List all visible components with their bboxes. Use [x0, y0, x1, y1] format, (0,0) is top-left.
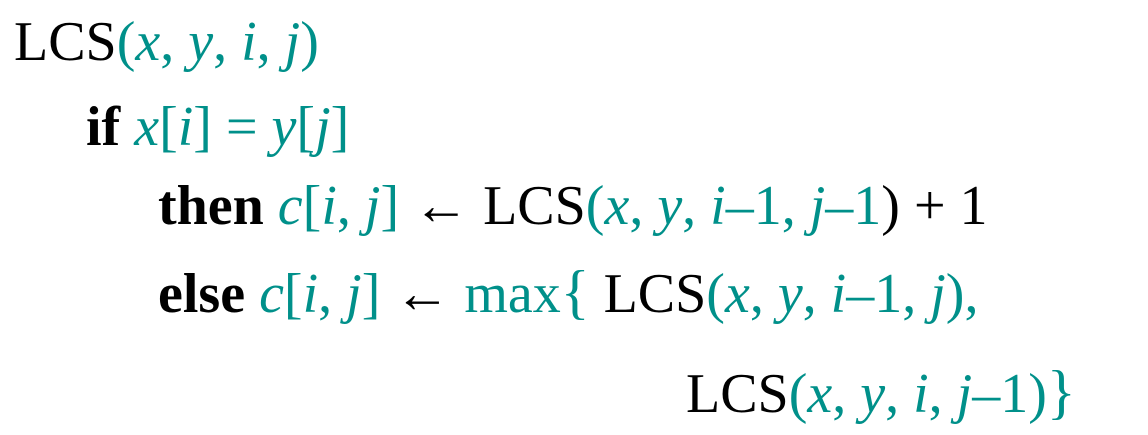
var-i: i — [710, 175, 726, 237]
trailing-comma: , — [964, 263, 979, 325]
max-function: max — [464, 263, 561, 325]
comma: , — [629, 175, 658, 237]
bracket-open: [ — [296, 96, 316, 158]
plus-one: + 1 — [899, 175, 988, 237]
bracket-open: [ — [302, 175, 322, 237]
var-j: j — [315, 96, 331, 158]
paren-close: ) — [881, 175, 900, 237]
paren-open: ( — [788, 363, 808, 425]
else-second-arg-line: LCS(x, y, i, j–1)} — [686, 362, 1076, 422]
bracket-close: ] — [361, 263, 381, 325]
function-signature: LCS(x, y, i, j) — [14, 14, 319, 70]
bracket-open: [ — [159, 96, 178, 158]
var-x: x — [724, 263, 750, 325]
keyword-if: if — [86, 96, 121, 158]
brace-close: } — [1046, 359, 1076, 425]
bracket-open: [ — [283, 263, 303, 325]
paren-open: ( — [116, 11, 136, 73]
var-i: i — [830, 263, 847, 325]
comma: , — [885, 363, 914, 425]
if-condition-line: if x[i] = y[j] — [86, 99, 349, 155]
comma: , — [902, 263, 931, 325]
var-c: c — [277, 175, 303, 237]
comma: , — [802, 263, 831, 325]
comma: , — [832, 363, 861, 425]
brace-open: { — [560, 259, 590, 325]
var-y: y — [657, 175, 683, 237]
else-branch-line: else c[i, j] ← max{ LCS(x, y, i–1, j), — [158, 262, 978, 322]
keyword-else: else — [158, 263, 246, 325]
comma: , — [160, 11, 189, 73]
lcs-name: LCS — [686, 363, 789, 425]
lcs-name: LCS — [14, 11, 117, 73]
comma: , — [781, 175, 810, 237]
equals-sign: = — [211, 96, 272, 158]
var-i: i — [241, 11, 257, 73]
paren-open: ( — [585, 175, 605, 237]
comma: , — [336, 175, 365, 237]
assign-arrow: ← — [399, 175, 484, 237]
minus-one: –1 — [972, 363, 1029, 425]
var-j: j — [956, 363, 973, 425]
bracket-close: ] — [330, 96, 350, 158]
var-y: y — [860, 363, 886, 425]
comma: , — [682, 175, 711, 237]
bracket-close: ] — [193, 96, 212, 158]
var-y: y — [777, 263, 803, 325]
lcs-name: LCS — [603, 263, 707, 325]
assign-arrow: ← — [380, 263, 465, 325]
var-c: c — [259, 263, 284, 325]
minus-one: –1 — [725, 175, 782, 237]
minus-one: –1 — [846, 263, 903, 325]
comma: , — [928, 363, 957, 425]
then-branch-line: then c[i, j] ← LCS(x, y, i–1, j–1) + 1 — [158, 178, 988, 234]
var-x: x — [134, 96, 160, 158]
comma: , — [318, 263, 347, 325]
paren-close: ) — [1028, 363, 1047, 425]
var-i: i — [913, 363, 929, 425]
minus-one: –1 — [825, 175, 882, 237]
var-j: j — [809, 175, 826, 237]
paren-open: ( — [706, 263, 725, 325]
paren-close: ) — [945, 263, 965, 325]
var-i: i — [302, 263, 319, 325]
paren-close: ) — [300, 11, 319, 73]
comma: , — [213, 11, 242, 73]
var-i: i — [177, 96, 194, 158]
bracket-close: ] — [380, 175, 400, 237]
keyword-then: then — [158, 175, 264, 237]
var-j: j — [364, 175, 381, 237]
var-j: j — [284, 11, 301, 73]
lcs-name: LCS — [483, 175, 586, 237]
var-i: i — [321, 175, 337, 237]
var-j: j — [346, 263, 362, 325]
var-x: x — [807, 363, 833, 425]
var-x: x — [135, 11, 161, 73]
var-j: j — [930, 263, 946, 325]
var-x: x — [604, 175, 630, 237]
comma: , — [256, 11, 285, 73]
comma: , — [749, 263, 778, 325]
var-y: y — [271, 96, 297, 158]
var-y: y — [188, 11, 214, 73]
